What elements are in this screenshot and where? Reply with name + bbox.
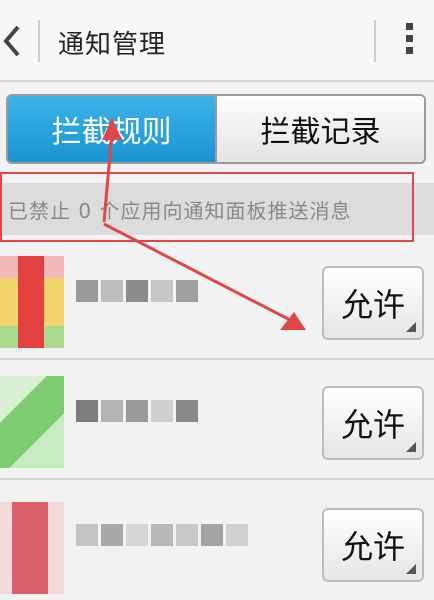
- dropdown-corner-icon: [406, 322, 416, 332]
- overflow-menu-button[interactable]: [394, 20, 424, 64]
- chevron-left-icon: [3, 25, 20, 57]
- app-icon: [0, 502, 64, 594]
- app-icon: [0, 376, 64, 468]
- page-title: 通知管理: [58, 30, 167, 60]
- dropdown-corner-icon: [406, 564, 416, 574]
- allow-label: 允许: [340, 528, 405, 566]
- allow-label: 允许: [340, 286, 405, 324]
- app-icon: [0, 256, 64, 348]
- allow-dropdown-button[interactable]: 允许: [322, 508, 424, 582]
- dropdown-corner-icon: [406, 442, 416, 452]
- more-vertical-icon: [394, 23, 424, 54]
- list-item: 允许: [0, 482, 434, 600]
- tab-intercept-rules[interactable]: 拦截规则: [8, 96, 215, 162]
- tab-intercept-records[interactable]: 拦截记录: [215, 96, 424, 162]
- list-item: 允许: [0, 362, 434, 480]
- app-name-blurred: [76, 524, 248, 568]
- title-divider: [38, 20, 40, 62]
- segmented-tabs: 拦截规则 拦截记录: [6, 94, 426, 164]
- allow-dropdown-button[interactable]: 允许: [322, 266, 424, 340]
- allow-dropdown-button[interactable]: 允许: [322, 386, 424, 460]
- list-item: 允许: [0, 242, 434, 360]
- title-bar: 通知管理: [0, 0, 434, 82]
- menu-divider: [374, 20, 376, 62]
- app-name-blurred: [76, 280, 198, 324]
- annotation-highlight-box: [0, 172, 414, 242]
- back-button[interactable]: [0, 18, 34, 64]
- allow-label: 允许: [340, 406, 405, 444]
- app-name-blurred: [76, 400, 198, 444]
